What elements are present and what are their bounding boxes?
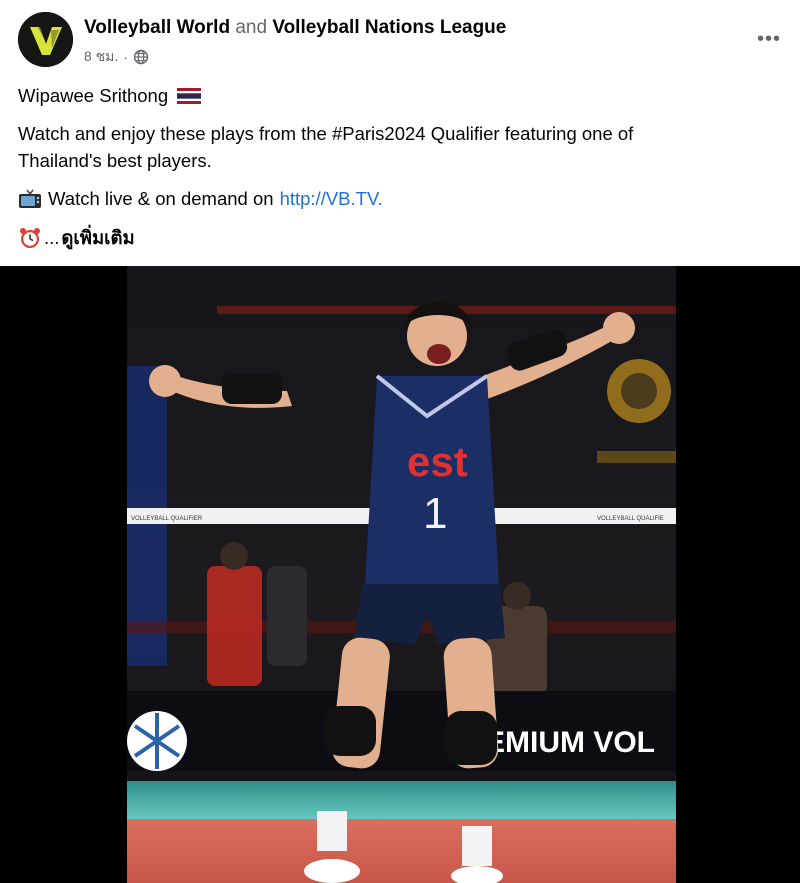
message-line-2a: Watch and enjoy these plays from the #Pa…	[18, 123, 634, 144]
jersey-number: 1	[423, 489, 447, 538]
meta-separator: ·	[123, 49, 128, 65]
volleyball-world-logo-icon	[18, 12, 73, 67]
post-photo[interactable]: VOLLEYBALL QUALIFIER VOLLEYBALL QUALIFIE…	[127, 266, 676, 883]
ellipsis: ...	[44, 227, 60, 248]
page-name-link[interactable]: Volleyball World	[84, 17, 230, 38]
tv-icon	[19, 189, 41, 208]
post-author-line: Volleyball World and Volleyball Nations …	[84, 17, 506, 39]
message-line-4: ... ดูเพิ่มเติม	[18, 224, 135, 251]
page-avatar[interactable]	[18, 12, 73, 67]
board-text: EMIUM VOL	[485, 726, 655, 759]
more-options-button[interactable]: •••	[752, 26, 786, 52]
message-line-2b: Thailand's best players.	[18, 150, 212, 171]
watch-live-text: Watch live & on demand on	[48, 188, 274, 209]
vbtv-link[interactable]: http://VB.TV.	[280, 185, 383, 212]
alarm-clock-icon	[20, 227, 40, 248]
post-header: Volleyball World and Volleyball Nations …	[18, 12, 788, 68]
net-text-right: VOLLEYBALL QUALIFIE	[597, 516, 664, 522]
message-line-1: Wipawee Srithong	[18, 82, 202, 109]
jersey-text: est	[407, 438, 468, 485]
thailand-flag-icon	[177, 88, 202, 104]
message-line-3: Watch live & on demand on http://VB.TV.	[18, 185, 383, 212]
post-media[interactable]: VOLLEYBALL QUALIFIER VOLLEYBALL QUALIFIE…	[0, 266, 800, 883]
post-timestamp[interactable]: 8 ชม.	[84, 46, 118, 68]
more-options-icon: •••	[756, 27, 781, 50]
player-name: Wipawee Srithong	[18, 85, 169, 106]
coauthor-link[interactable]: Volleyball Nations League	[272, 17, 506, 38]
see-more-link[interactable]: ดูเพิ่มเติม	[61, 224, 134, 251]
author-connector: and	[235, 17, 268, 38]
net-text-left: VOLLEYBALL QUALIFIER	[131, 516, 203, 522]
post-meta: 8 ชม. ·	[84, 46, 149, 68]
globe-icon[interactable]	[133, 49, 149, 65]
